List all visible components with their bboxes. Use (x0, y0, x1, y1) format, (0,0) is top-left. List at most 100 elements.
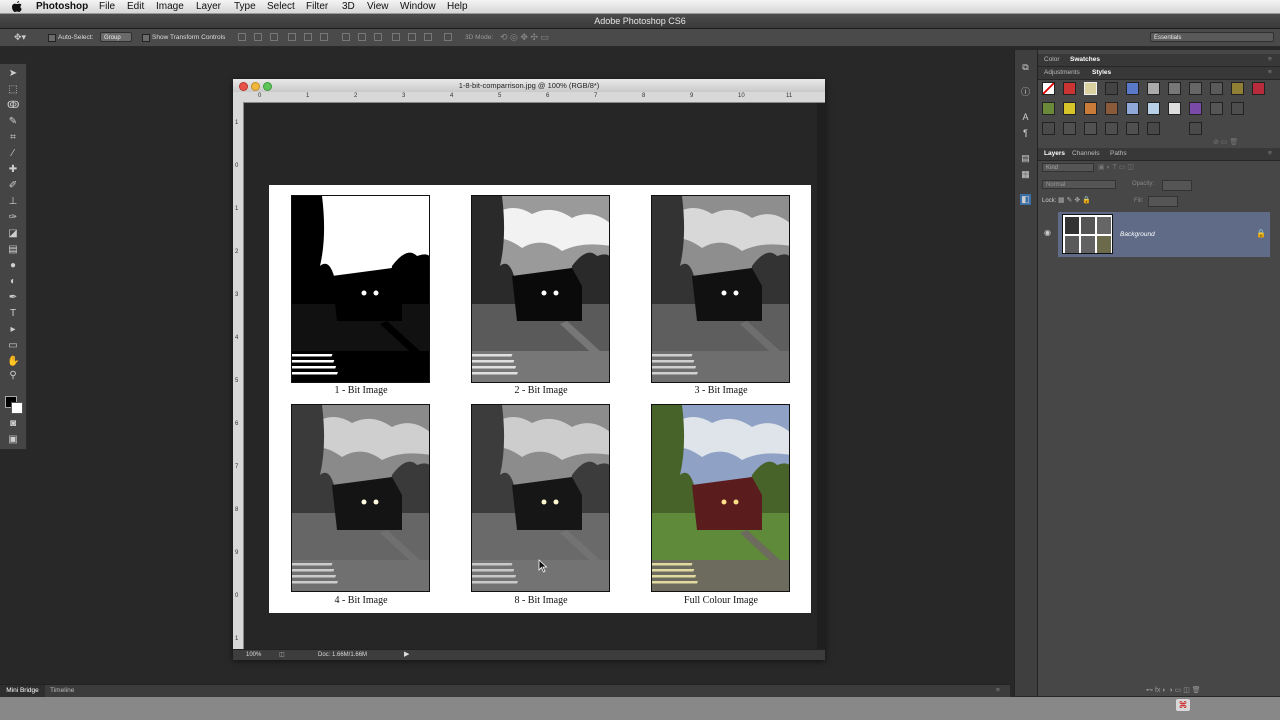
brush-tool-icon[interactable]: ✐ (7, 180, 19, 192)
workspace-dropdown[interactable]: Essentials (1150, 32, 1274, 42)
marquee-tool-icon[interactable]: ⬚ (7, 84, 19, 96)
style-swatch[interactable] (1147, 102, 1160, 115)
canvas[interactable]: 1 - Bit Image 2 - Bit Image 3 - Bit Imag… (269, 185, 811, 613)
distribute-left-icon[interactable] (392, 33, 400, 41)
blur-tool-icon[interactable]: ● (7, 260, 19, 272)
character-icon[interactable]: A (1020, 112, 1031, 123)
style-swatch[interactable] (1042, 122, 1055, 135)
align-top-icon[interactable] (238, 33, 246, 41)
properties-icon[interactable]: ◧ (1020, 194, 1031, 205)
layer-comps-icon[interactable]: ▤ (1020, 153, 1031, 164)
screen-mode-icon[interactable]: ▣ (7, 434, 19, 446)
auto-select-checkbox[interactable] (48, 34, 56, 42)
eyedropper-tool-icon[interactable]: ⁄ (7, 148, 19, 160)
move-tool-preset-icon[interactable]: ✥▾ (14, 29, 26, 46)
style-swatch[interactable] (1189, 102, 1202, 115)
align-bottom-icon[interactable] (270, 33, 278, 41)
vertical-ruler[interactable]: 1 0 1 2 3 4 5 6 7 8 9 0 1 (233, 102, 244, 649)
style-swatch[interactable] (1126, 82, 1139, 95)
tab-swatches[interactable]: Swatches (1070, 54, 1100, 66)
menu-edit[interactable]: Edit (127, 0, 144, 13)
styles-panel-footer-icons[interactable]: ⊘ ▭ 🗑 (1213, 138, 1238, 146)
distribute-right-icon[interactable] (424, 33, 432, 41)
menu-app-name[interactable]: Photoshop (36, 0, 88, 13)
menu-3d[interactable]: 3D (342, 0, 355, 13)
menu-view[interactable]: View (367, 0, 389, 13)
style-swatch[interactable] (1231, 82, 1244, 95)
document-title-bar[interactable]: 1-8-bit-comparrison.jpg @ 100% (RGB/8*) (233, 79, 825, 93)
layers-footer-icons[interactable]: ⊷ fx ◐ ◑ ▭ ◫ 🗑 (1146, 686, 1201, 694)
style-swatch[interactable] (1147, 122, 1160, 135)
menu-window[interactable]: Window (400, 0, 436, 13)
zoom-tool-icon[interactable]: ⚲ (7, 370, 19, 382)
layer-filter-kind[interactable]: Kind (1042, 163, 1094, 172)
clone-stamp-tool-icon[interactable]: ⊥ (7, 196, 19, 208)
move-tool-icon[interactable]: ➤ (7, 68, 19, 80)
style-swatch[interactable] (1189, 82, 1202, 95)
style-swatch[interactable] (1210, 102, 1223, 115)
color-panel-menu-icon[interactable]: ≡ (1268, 54, 1272, 66)
layer-filter-icons[interactable]: ▣ ◐ T ▭ ◫ (1098, 163, 1134, 171)
menu-filter[interactable]: Filter (306, 0, 328, 13)
auto-select-dropdown[interactable]: Group (100, 32, 132, 42)
pen-tool-icon[interactable]: ✒ (7, 292, 19, 304)
tab-styles[interactable]: Styles (1092, 67, 1111, 79)
blend-mode-dropdown[interactable]: Normal (1042, 180, 1116, 189)
lasso-tool-icon[interactable]: ↂ (7, 100, 19, 112)
tab-color[interactable]: Color (1044, 54, 1060, 66)
style-swatch[interactable] (1105, 102, 1118, 115)
tab-paths[interactable]: Paths (1110, 148, 1127, 160)
style-swatch[interactable] (1189, 122, 1202, 135)
notes-icon[interactable]: ▦ (1020, 169, 1031, 180)
show-transform-checkbox[interactable] (142, 34, 150, 42)
status-options-icon[interactable]: ◫ (279, 650, 285, 660)
paragraph-icon[interactable]: ¶ (1020, 128, 1031, 139)
align-vcenter-icon[interactable] (254, 33, 262, 41)
shape-tool-icon[interactable]: ▭ (7, 340, 19, 352)
tab-layers[interactable]: Layers (1044, 148, 1065, 160)
type-tool-icon[interactable]: T (7, 308, 19, 320)
align-hcenter-icon[interactable] (304, 33, 312, 41)
styles-panel-menu-icon[interactable]: ≡ (1268, 67, 1272, 79)
style-swatch[interactable] (1147, 82, 1160, 95)
tab-timeline[interactable]: Timeline (50, 685, 74, 697)
path-select-tool-icon[interactable]: ▸ (7, 324, 19, 336)
menu-file[interactable]: File (99, 0, 115, 13)
menu-select[interactable]: Select (267, 0, 295, 13)
style-swatch[interactable] (1063, 122, 1076, 135)
align-left-icon[interactable] (288, 33, 296, 41)
quick-mask-icon[interactable]: ◙ (7, 418, 19, 430)
menu-image[interactable]: Image (156, 0, 184, 13)
distribute-top-icon[interactable] (342, 33, 350, 41)
lock-icons[interactable]: ▦ ✎ ✥ 🔒 (1058, 196, 1091, 204)
zoom-level[interactable]: 100% (246, 650, 261, 660)
tab-channels[interactable]: Channels (1072, 148, 1099, 160)
menu-help[interactable]: Help (447, 0, 468, 13)
style-swatch[interactable] (1084, 102, 1097, 115)
style-swatch[interactable] (1126, 122, 1139, 135)
style-swatch[interactable] (1105, 122, 1118, 135)
tab-mini-bridge[interactable]: Mini Bridge (0, 685, 45, 697)
apple-icon[interactable] (12, 1, 22, 12)
gradient-tool-icon[interactable]: ▤ (7, 244, 19, 256)
fill-field[interactable] (1148, 196, 1178, 207)
distribute-vcenter-icon[interactable] (358, 33, 366, 41)
status-menu-arrow-icon[interactable]: ▶ (404, 650, 409, 660)
style-swatch[interactable] (1126, 102, 1139, 115)
style-swatch[interactable] (1252, 82, 1265, 95)
history-icon[interactable]: ⧉ (1020, 62, 1031, 73)
history-brush-tool-icon[interactable]: ✑ (7, 212, 19, 224)
acrobat-icon[interactable]: ⌘ (1176, 699, 1190, 711)
quick-select-tool-icon[interactable]: ✎ (7, 116, 19, 128)
style-swatch[interactable] (1084, 82, 1097, 95)
dodge-tool-icon[interactable]: ◐ (7, 276, 19, 288)
panel-menu-icon[interactable]: ≡ (996, 685, 1000, 697)
distribute-hcenter-icon[interactable] (408, 33, 416, 41)
auto-align-icon[interactable] (444, 33, 452, 41)
style-swatch[interactable] (1042, 102, 1055, 115)
style-swatch[interactable] (1063, 82, 1076, 95)
style-swatch[interactable] (1210, 82, 1223, 95)
style-swatch[interactable] (1105, 82, 1118, 95)
distribute-bottom-icon[interactable] (374, 33, 382, 41)
align-right-icon[interactable] (320, 33, 328, 41)
